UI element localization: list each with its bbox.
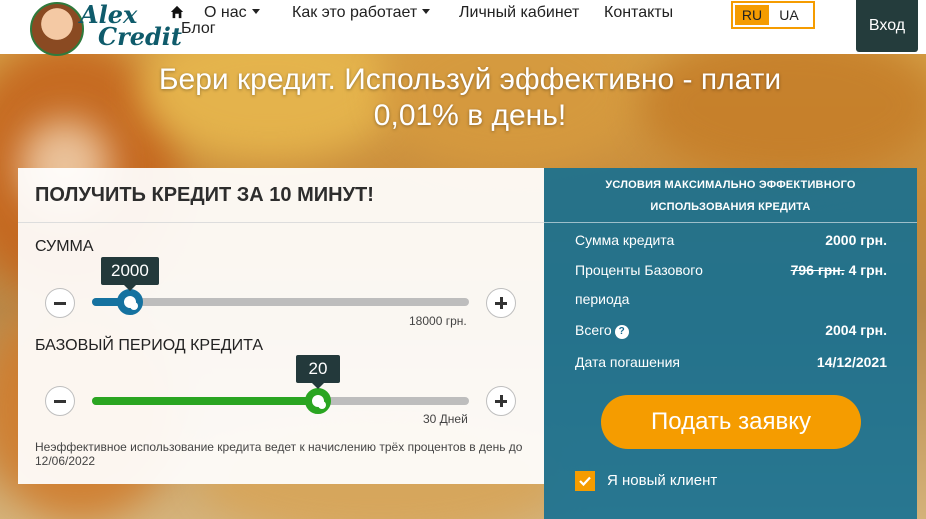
- period-max-label: 30 Дней: [423, 412, 468, 426]
- period-label: БАЗОВЫЙ ПЕРИОД КРЕДИТА: [35, 337, 263, 354]
- summary-interest-value: 796 грн. 4 грн.: [791, 256, 887, 285]
- summary-title-line-2: ИСПОЛЬЗОВАНИЯ КРЕДИТА: [650, 201, 811, 213]
- amount-decrease-button[interactable]: [45, 288, 75, 318]
- nav-blog[interactable]: Блог: [181, 20, 216, 38]
- hero-line-1: Бери кредит. Используй эффективно - плат…: [158, 63, 782, 96]
- logo-avatar: [30, 2, 84, 56]
- checkmark-icon: [579, 476, 591, 487]
- summary-interest-new-value: 4 грн.: [848, 262, 887, 278]
- logo-line-2: Credit: [98, 22, 182, 51]
- lang-ua[interactable]: UA: [769, 5, 809, 25]
- amount-label: СУММА: [35, 238, 94, 255]
- logo[interactable]: Alex Credit: [24, 0, 182, 62]
- summary-interest-label-line-1: Проценты Базового: [575, 262, 703, 278]
- nav-about-label: О нас: [204, 4, 247, 21]
- period-value-tooltip: 20: [296, 355, 340, 389]
- hero-heading: Бери кредит. Используй эффективно - плат…: [100, 62, 840, 134]
- amount-increase-button[interactable]: [486, 288, 516, 318]
- period-slider-handle[interactable]: [305, 388, 331, 414]
- summary-total-value: 2004 грн.: [825, 322, 887, 338]
- chevron-down-icon: [251, 9, 260, 14]
- nav-how-it-works[interactable]: Как это работает: [292, 4, 431, 22]
- calculator-title: ПОЛУЧИТЬ КРЕДИТ ЗА 10 МИНУТ!: [35, 184, 374, 206]
- summary-due-date-value: 14/12/2021: [816, 354, 887, 370]
- disclaimer-note: Неэффективное использование кредита веде…: [35, 440, 523, 468]
- lang-ru[interactable]: RU: [735, 5, 769, 25]
- amount-max-label: 18000 грн.: [409, 314, 467, 328]
- minus-icon: [54, 301, 66, 305]
- summary-panel: УСЛОВИЯ МАКСИМАЛЬНО ЭФФЕКТИВНОГО ИСПОЛЬЗ…: [544, 168, 917, 519]
- plus-icon: [495, 395, 507, 407]
- hero-line-2: 0,01% в день!: [373, 99, 567, 132]
- amount-value-tooltip: 2000: [101, 257, 159, 291]
- nav-how-it-works-label: Как это работает: [292, 4, 418, 21]
- period-increase-button[interactable]: [486, 386, 516, 416]
- divider: [18, 222, 544, 223]
- summary-total-label: Всего?: [575, 316, 629, 345]
- summary-amount-value: 2000 грн.: [825, 232, 887, 248]
- summary-amount-label: Сумма кредита: [575, 232, 675, 248]
- new-client-label: Я новый клиент: [607, 472, 718, 489]
- nav-cabinet[interactable]: Личный кабинет: [459, 4, 579, 22]
- nav-contacts[interactable]: Контакты: [604, 4, 673, 22]
- period-slider[interactable]: [92, 388, 469, 414]
- period-slider-fill: [92, 397, 318, 405]
- summary-interest-old-value: 796 грн.: [790, 262, 845, 278]
- amount-slider[interactable]: [92, 289, 469, 315]
- new-client-checkbox[interactable]: [575, 471, 595, 491]
- summary-due-date-label: Дата погашения: [575, 354, 680, 370]
- calculator-panel: ПОЛУЧИТЬ КРЕДИТ ЗА 10 МИНУТ! СУММА 2000 …: [18, 168, 544, 484]
- summary-interest-label: Проценты Базового периода: [575, 256, 703, 314]
- summary-title: УСЛОВИЯ МАКСИМАЛЬНО ЭФФЕКТИВНОГО ИСПОЛЬЗ…: [544, 174, 917, 218]
- summary-total-label-text: Всего: [575, 322, 612, 338]
- help-icon[interactable]: ?: [614, 325, 629, 339]
- apply-button[interactable]: Подать заявку: [601, 395, 861, 449]
- chevron-down-icon: [422, 9, 431, 14]
- home-icon[interactable]: [170, 5, 184, 19]
- divider: [544, 222, 917, 223]
- plus-icon: [495, 297, 507, 309]
- language-switcher: RU UA: [731, 1, 815, 29]
- minus-icon: [54, 399, 66, 403]
- login-button[interactable]: Вход: [856, 0, 918, 52]
- summary-row-interest: Проценты Базового периода 796 грн. 4 грн.: [575, 256, 887, 314]
- period-decrease-button[interactable]: [45, 386, 75, 416]
- summary-interest-label-line-2: периода: [575, 291, 630, 307]
- summary-title-line-1: УСЛОВИЯ МАКСИМАЛЬНО ЭФФЕКТИВНОГО: [605, 179, 856, 191]
- amount-slider-handle[interactable]: [117, 289, 143, 315]
